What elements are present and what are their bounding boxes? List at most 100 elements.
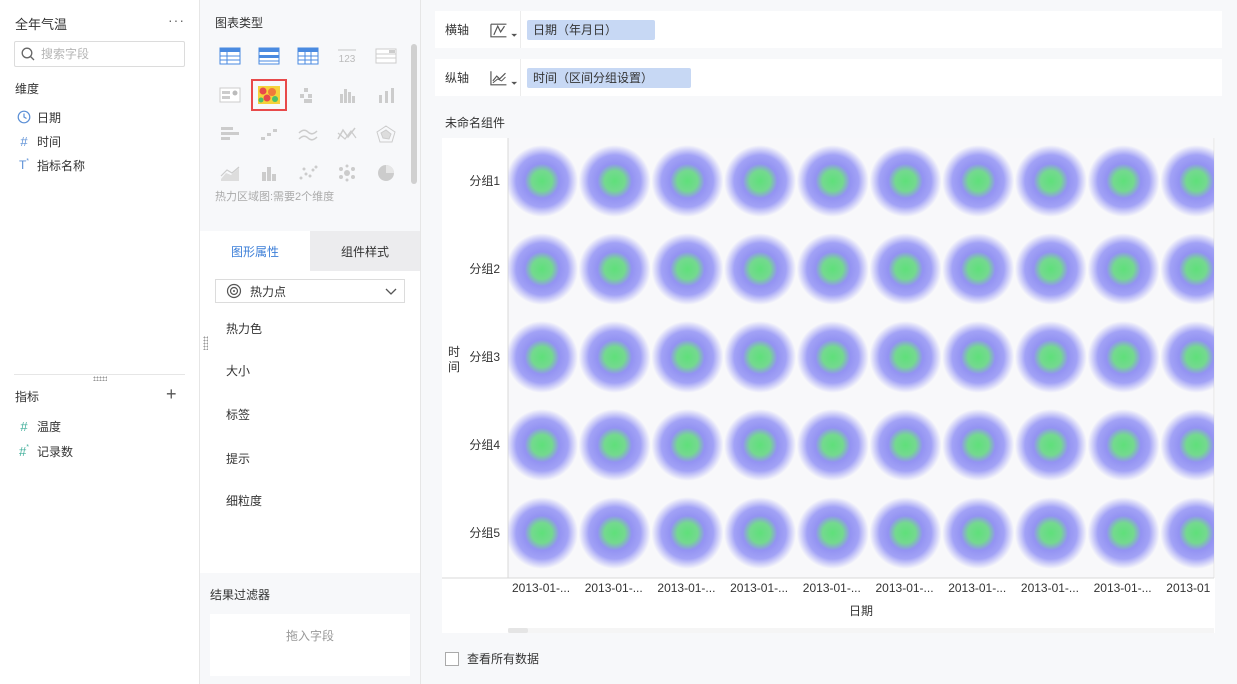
heat-point — [578, 497, 651, 569]
heat-point — [869, 233, 942, 305]
property-size[interactable]: 大小 — [214, 353, 406, 387]
chart-types-scrollbar[interactable] — [411, 44, 417, 184]
indicator-field-label: 记录数 — [37, 444, 74, 459]
x-axis-type-icon[interactable] — [475, 11, 521, 48]
clock-icon — [15, 110, 33, 124]
heatmap-chart: 分组1 分组2 分组3 分组4 分组5 2013-01-... 2013-01-... 20… — [442, 138, 1215, 633]
heat-point — [942, 409, 1015, 481]
show-all-data-row[interactable]: 查看所有数据 — [445, 650, 539, 667]
heat-point — [508, 409, 578, 481]
heat-point — [578, 145, 651, 217]
y-axis-label: 纵轴 — [445, 71, 470, 85]
property-label[interactable]: 标签 — [214, 397, 406, 431]
heat-point — [651, 145, 724, 217]
bubble-chart-icon[interactable] — [329, 157, 365, 189]
add-indicator-button[interactable]: + — [166, 384, 177, 405]
heat-point — [942, 497, 1015, 569]
indicator-section-label: 指标 — [15, 390, 40, 404]
heat-point — [724, 145, 797, 217]
heat-point — [1087, 409, 1160, 481]
y-tick-label: 分组5 — [469, 526, 500, 540]
bar-chart-icon[interactable] — [368, 79, 404, 111]
heat-point — [578, 409, 651, 481]
panel-divider — [14, 374, 185, 375]
field-search — [14, 41, 185, 67]
heat-point — [724, 497, 797, 569]
kpi-number-icon[interactable]: 123 — [329, 40, 365, 72]
shape-type-select[interactable]: 热力点 — [215, 279, 405, 303]
show-all-data-checkbox[interactable] — [445, 651, 459, 666]
heat-point — [1014, 233, 1087, 305]
detail-table-icon[interactable] — [368, 40, 404, 72]
y-tick-labels: 分组1 分组2 分组3 分组4 分组5 — [469, 174, 500, 540]
dimension-field-time[interactable]: # 时间 — [15, 131, 61, 151]
indicator-field-record-count[interactable]: # * 记录数 — [15, 441, 73, 461]
hash-icon: # — [20, 133, 28, 149]
y-tick-label: 分组2 — [469, 262, 500, 276]
hash-star-icon: # * — [19, 443, 29, 459]
indicator-field-label: 温度 — [37, 419, 62, 434]
stacked-bar-chart-icon[interactable] — [251, 157, 287, 189]
stacked-dot-chart-icon[interactable] — [290, 79, 326, 111]
heat-point — [869, 497, 942, 569]
x-tick-labels: 2013-01-... 2013-01-... 2013-01-... 2013-01… — [512, 581, 1211, 595]
filter-drop-zone[interactable]: 拖入字段 — [210, 614, 410, 676]
y-axis-field-pill[interactable]: 时间（区间分组设置） — [527, 67, 692, 88]
heat-point — [508, 321, 578, 393]
y-axis-bar: 纵轴 时间（区间分组设置） — [435, 59, 1222, 96]
scatter-chart-icon[interactable] — [290, 157, 326, 189]
heat-point — [651, 321, 724, 393]
area-chart-icon[interactable] — [212, 157, 248, 189]
dimension-field-date[interactable]: 日期 — [15, 107, 61, 127]
y-axis-title-char: 时 — [448, 345, 460, 359]
radar-chart-icon[interactable] — [368, 118, 404, 150]
heat-point — [724, 321, 797, 393]
step-chart-icon[interactable] — [251, 118, 287, 150]
heat-point — [651, 497, 724, 569]
hash-icon: # — [20, 418, 28, 434]
polyline-chart-icon[interactable] — [329, 118, 365, 150]
heat-point — [508, 233, 578, 305]
search-input[interactable] — [41, 47, 171, 61]
property-heat-color[interactable]: 热力色 — [214, 311, 406, 345]
y-tick-label: 分组1 — [469, 174, 500, 188]
property-tooltip[interactable]: 提示 — [214, 441, 406, 475]
resize-handle[interactable] — [93, 376, 107, 381]
dimension-field-indicator-name[interactable]: T * 指标名称 — [15, 155, 85, 175]
text-field-icon: T * — [18, 158, 30, 172]
resize-handle[interactable] — [203, 336, 208, 350]
table-chart-icon[interactable] — [212, 40, 248, 72]
group-table-icon[interactable] — [251, 40, 287, 72]
tab-shape-properties[interactable]: 图形属性 — [200, 231, 310, 271]
chart-type-hint: 热力区域图:需要2个维度 — [215, 191, 335, 203]
scrollbar-track[interactable] — [508, 628, 1214, 633]
cross-table-icon[interactable] — [290, 40, 326, 72]
line-chart-icon[interactable] — [290, 118, 326, 150]
heat-point — [578, 321, 651, 393]
chart-area: 横轴 日期（年月日） 纵轴 时间（区间分组设置） 未命名组件 分组1 分组2 分… — [421, 0, 1237, 684]
heat-point — [578, 233, 651, 305]
grouped-bar-chart-icon[interactable] — [329, 79, 365, 111]
x-tick-label: 2013-01-... — [585, 581, 643, 595]
x-tick-label: 2013-01-... — [730, 581, 788, 595]
heat-point-icon — [226, 283, 242, 299]
more-icon[interactable]: ··· — [168, 12, 185, 28]
x-tick-label: 2013-01-... — [1021, 581, 1079, 595]
heat-point — [1087, 233, 1160, 305]
heat-point — [796, 497, 869, 569]
filter-component-icon[interactable] — [212, 79, 248, 111]
heat-point — [508, 145, 578, 217]
y-axis-title-char: 间 — [448, 360, 460, 374]
heat-point — [1014, 409, 1087, 481]
property-tabs: 图形属性 组件样式 — [200, 231, 420, 271]
pie-chart-icon[interactable] — [368, 157, 404, 189]
x-axis-field-pill[interactable]: 日期（年月日） — [527, 19, 656, 40]
y-axis-type-icon[interactable] — [475, 59, 521, 96]
x-axis-bar: 横轴 日期（年月日） — [435, 11, 1222, 48]
property-granularity[interactable]: 细粒度 — [214, 483, 406, 517]
horizontal-bar-chart-icon[interactable] — [212, 118, 248, 150]
show-all-data-label: 查看所有数据 — [467, 652, 540, 666]
indicator-field-temperature[interactable]: # 温度 — [15, 416, 61, 436]
tab-component-style[interactable]: 组件样式 — [310, 231, 420, 271]
heat-area-chart-icon[interactable] — [251, 79, 287, 111]
